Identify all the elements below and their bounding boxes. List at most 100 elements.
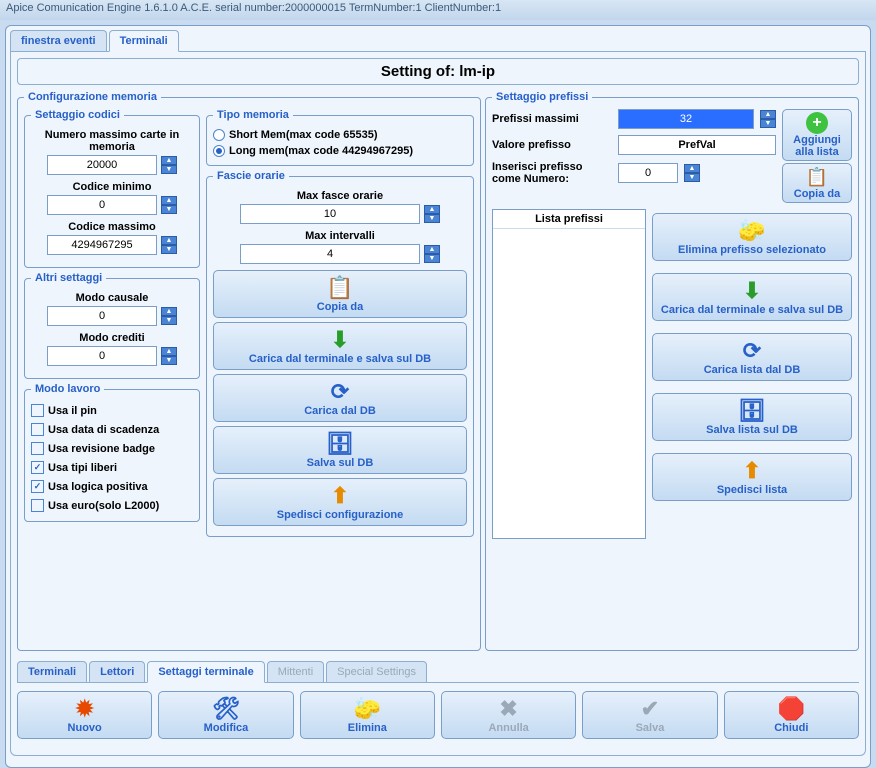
lista-prefissi-header: Lista prefissi: [493, 210, 645, 229]
btn-chiudi[interactable]: 🛑Chiudi: [724, 691, 859, 739]
tipo-memoria-group: Tipo memoria Short Mem(max code 65535) L…: [206, 109, 474, 166]
checkbox-positiva[interactable]: ✓: [31, 480, 44, 493]
eraser-icon: 🧽: [657, 218, 847, 244]
tab-terminals[interactable]: Terminali: [109, 30, 179, 52]
copy-icon: 📋: [218, 275, 462, 301]
settaggio-prefissi-legend: Settaggio prefissi: [492, 91, 592, 103]
spinner-causale[interactable]: ▲▼: [161, 307, 177, 325]
subtab-special-settings[interactable]: Special Settings: [326, 661, 427, 682]
subtab-mittenti[interactable]: Mittenti: [267, 661, 324, 682]
checkbox-tipi[interactable]: ✓: [31, 461, 44, 474]
cancel-icon: ✖: [446, 696, 571, 722]
btn-elimina[interactable]: 🧽Elimina: [300, 691, 435, 739]
label-short-mem: Short Mem(max code 65535): [229, 129, 378, 141]
label-positiva: Usa logica positiva: [48, 481, 148, 493]
modo-lavoro-legend: Modo lavoro: [31, 383, 104, 395]
btn-salva-lista-db[interactable]: 🗄Salva lista sul DB: [652, 393, 852, 441]
checkbox-pin[interactable]: [31, 404, 44, 417]
database-icon: 🗄: [218, 431, 462, 457]
checkbox-euro[interactable]: [31, 499, 44, 512]
btn-aggiungi-lista[interactable]: +Aggiungi alla lista: [782, 109, 852, 161]
new-icon: ✹: [22, 696, 147, 722]
spinner-prefissi-max[interactable]: ▲▼: [760, 110, 776, 128]
btn-carica-terminale-prefissi[interactable]: ⬇Carica dal terminale e salva sul DB: [652, 273, 852, 321]
btn-salva[interactable]: ✔Salva: [582, 691, 717, 739]
input-cod-min[interactable]: [47, 195, 157, 215]
radio-long-mem[interactable]: [213, 145, 225, 157]
send-icon: ⬆: [218, 483, 462, 509]
download-icon: ⬇: [657, 278, 847, 304]
refresh-icon: ⟳: [657, 338, 847, 364]
config-memoria-group: Configurazione memoria Settaggio codici …: [17, 91, 481, 651]
btn-spedisci-config[interactable]: ⬆Spedisci configurazione: [213, 478, 467, 526]
input-crediti[interactable]: [47, 346, 157, 366]
btn-spedisci-lista[interactable]: ⬆Spedisci lista: [652, 453, 852, 501]
spinner-crediti[interactable]: ▲▼: [161, 347, 177, 365]
sub-tabs: Terminali Lettori Settaggi terminale Mit…: [17, 661, 859, 683]
database-icon: 🗄: [657, 398, 847, 424]
send-icon: ⬆: [657, 458, 847, 484]
label-scadenza: Usa data di scadenza: [48, 424, 159, 436]
btn-nuovo[interactable]: ✹Nuovo: [17, 691, 152, 739]
label-max-fasce: Max fasce orarie: [213, 190, 467, 202]
tab-events[interactable]: finestra eventi: [10, 30, 107, 51]
btn-carica-terminale[interactable]: ⬇Carica dal terminale e salva sul DB: [213, 322, 467, 370]
subtab-lettori[interactable]: Lettori: [89, 661, 145, 682]
label-prefissi-max: Prefissi massimi: [492, 113, 612, 125]
fascie-orarie-legend: Fascie orarie: [213, 170, 289, 182]
input-max-int[interactable]: [240, 244, 420, 264]
spinner-max-carte[interactable]: ▲▼: [161, 156, 177, 174]
btn-annulla[interactable]: ✖Annulla: [441, 691, 576, 739]
subtab-settaggi-terminale[interactable]: Settaggi terminale: [147, 661, 264, 683]
tools-icon: 🛠: [163, 696, 288, 722]
label-causale: Modo causale: [31, 292, 193, 304]
input-inserisci-prefisso[interactable]: [618, 163, 678, 183]
spinner-max-fasce[interactable]: ▲▼: [424, 205, 440, 223]
label-crediti: Modo crediti: [31, 332, 193, 344]
checkbox-badge[interactable]: [31, 442, 44, 455]
fascie-orarie-group: Fascie orarie Max fasce orarie ▲▼ Max in…: [206, 170, 474, 537]
copy-icon: 📋: [785, 166, 849, 188]
radio-short-mem[interactable]: [213, 129, 225, 141]
spinner-max-int[interactable]: ▲▼: [424, 245, 440, 263]
btn-copia-da-prefissi[interactable]: 📋Copia da: [782, 163, 852, 203]
label-inserisci-prefisso: Inserisci prefisso come Numero:: [492, 161, 612, 185]
spinner-cod-max[interactable]: ▲▼: [161, 236, 177, 254]
subtab-terminali[interactable]: Terminali: [17, 661, 87, 682]
lista-prefissi[interactable]: Lista prefissi: [492, 209, 646, 539]
label-badge: Usa revisione badge: [48, 443, 155, 455]
content-area: Setting of: lm-ip Configurazione memoria…: [10, 52, 866, 756]
titlebar: Apice Comunication Engine 1.6.1.0 A.C.E.…: [0, 0, 876, 20]
label-euro: Usa euro(solo L2000): [48, 500, 159, 512]
spinner-cod-min[interactable]: ▲▼: [161, 196, 177, 214]
btn-modifica[interactable]: 🛠Modifica: [158, 691, 293, 739]
bottom-toolbar: ✹Nuovo 🛠Modifica 🧽Elimina ✖Annulla ✔Salv…: [17, 691, 859, 739]
check-icon: ✔: [587, 696, 712, 722]
setting-title: Setting of: lm-ip: [17, 58, 859, 85]
btn-salva-db[interactable]: 🗄Salva sul DB: [213, 426, 467, 474]
btn-copia-da[interactable]: 📋Copia da: [213, 270, 467, 318]
input-valore-prefisso[interactable]: [618, 135, 776, 155]
input-causale[interactable]: [47, 306, 157, 326]
modo-lavoro-group: Modo lavoro Usa il pin Usa data di scade…: [24, 383, 200, 522]
label-max-carte: Numero massimo carte in memoria: [31, 129, 193, 153]
checkbox-scadenza[interactable]: [31, 423, 44, 436]
label-valore-prefisso: Valore prefisso: [492, 139, 612, 151]
stop-icon: 🛑: [729, 696, 854, 722]
btn-carica-db[interactable]: ⟳Carica dal DB: [213, 374, 467, 422]
input-max-carte[interactable]: [47, 155, 157, 175]
label-cod-min: Codice minimo: [31, 181, 193, 193]
label-pin: Usa il pin: [48, 405, 97, 417]
btn-carica-lista-db[interactable]: ⟳Carica lista dal DB: [652, 333, 852, 381]
config-memoria-legend: Configurazione memoria: [24, 91, 161, 103]
settaggio-codici-legend: Settaggio codici: [31, 109, 124, 121]
eraser-icon: 🧽: [305, 696, 430, 722]
input-max-fasce[interactable]: [240, 204, 420, 224]
refresh-icon: ⟳: [218, 379, 462, 405]
spinner-inserisci-prefisso[interactable]: ▲▼: [684, 164, 700, 182]
input-cod-max[interactable]: [47, 235, 157, 255]
label-tipi: Usa tipi liberi: [48, 462, 117, 474]
btn-elimina-prefisso[interactable]: 🧽Elimina prefisso selezionato: [652, 213, 852, 261]
input-prefissi-max[interactable]: [618, 109, 754, 129]
plus-icon: +: [785, 112, 849, 134]
